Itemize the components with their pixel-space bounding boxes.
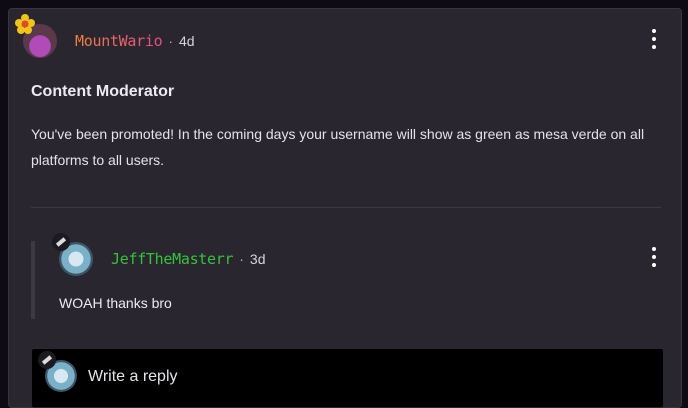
separator-dot: · [168, 33, 173, 49]
post-title: Content Moderator [31, 83, 175, 100]
reply-input[interactable] [88, 365, 648, 389]
divider [31, 207, 661, 208]
pencil-icon [52, 233, 70, 251]
post-menu-kebab-icon[interactable] [646, 29, 662, 49]
separator-dot: · [239, 251, 244, 267]
author-username[interactable]: MountWario [75, 32, 163, 50]
reply-thread-line [31, 241, 35, 319]
reply-author-avatar[interactable] [52, 233, 93, 276]
reply-timestamp[interactable]: 3d [250, 251, 266, 267]
reply-composer[interactable] [31, 348, 664, 408]
pencil-icon [38, 351, 56, 369]
post-body: You've been promoted! In the coming days… [31, 126, 645, 168]
reply-menu-kebab-icon[interactable] [646, 247, 662, 267]
reply-text: WOAH thanks bro [59, 295, 172, 311]
reply-author-username[interactable]: JeffTheMasterr [111, 250, 234, 268]
flower-icon [15, 14, 35, 34]
author-avatar[interactable] [15, 14, 57, 58]
composer-avatar [38, 351, 77, 392]
post-header: MountWario · 4d [15, 14, 195, 59]
reply-header: JeffTheMasterr · 3d [52, 233, 266, 277]
post-timestamp[interactable]: 4d [179, 33, 195, 49]
post-card: MountWario · 4d Content Moderator You've… [8, 8, 682, 408]
